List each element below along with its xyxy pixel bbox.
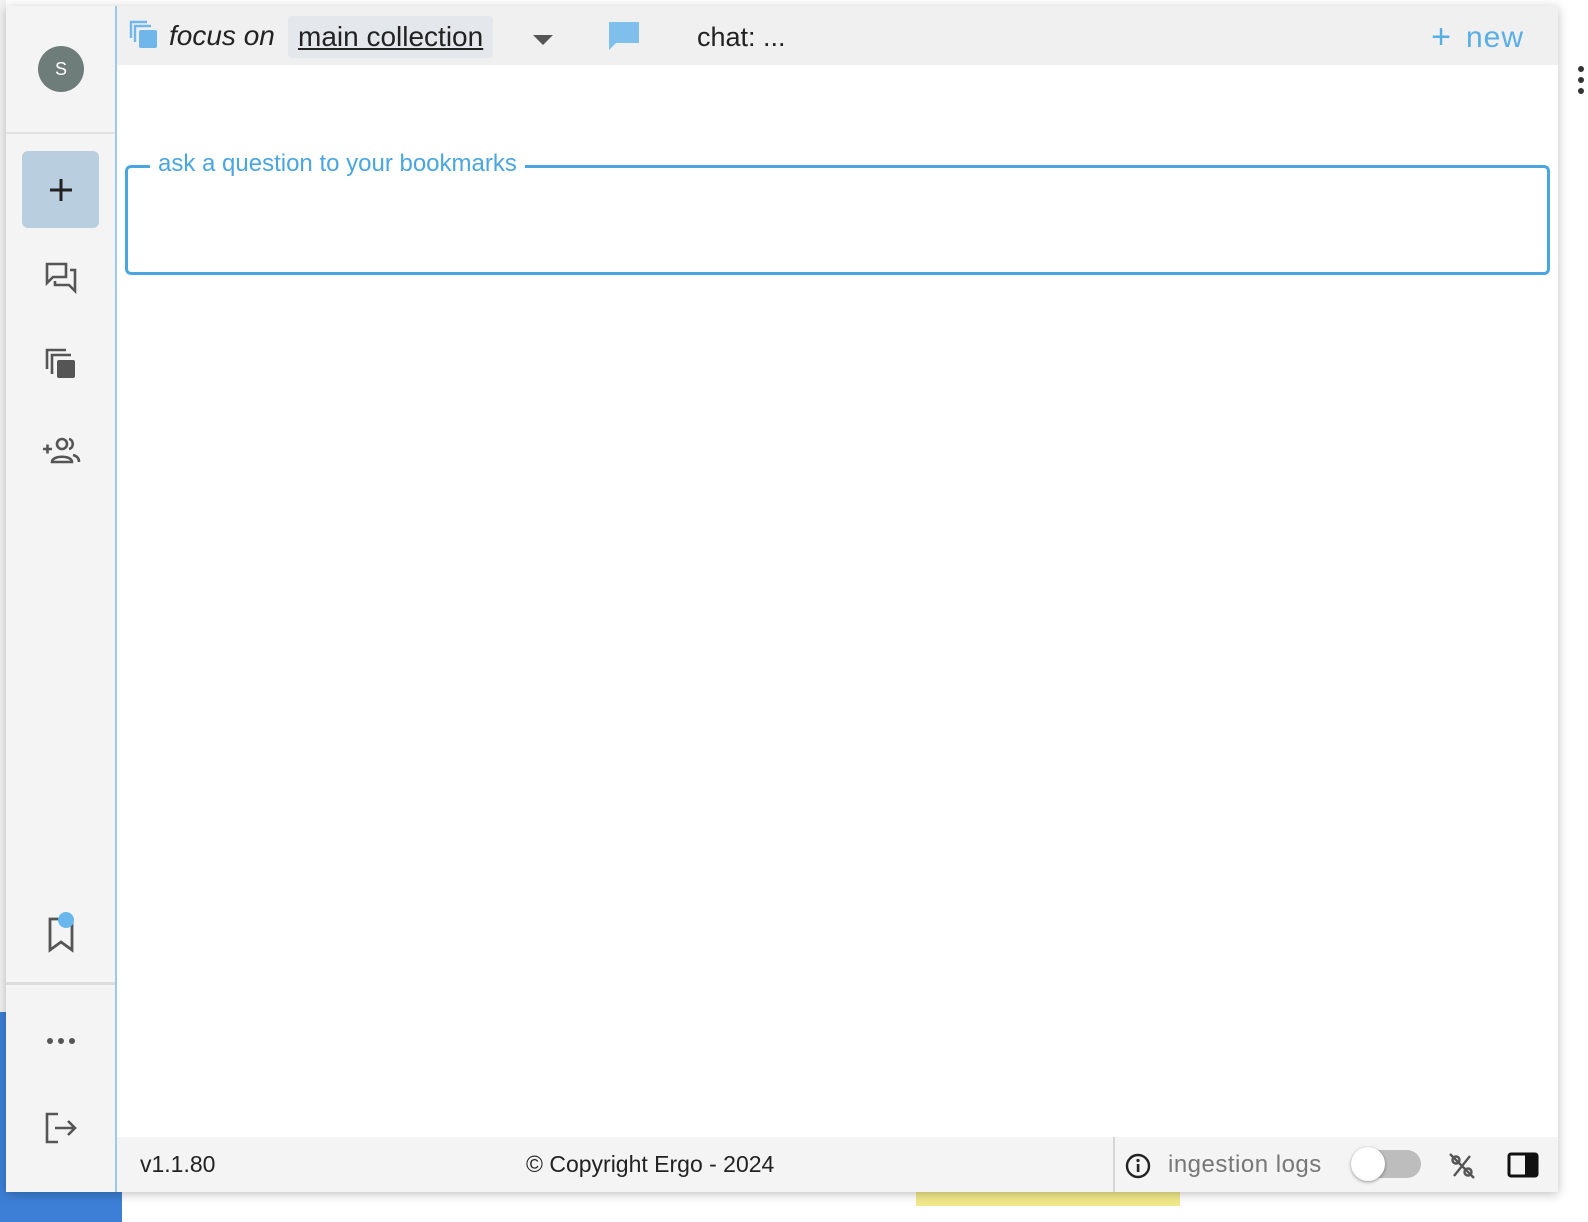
collections-icon xyxy=(129,20,157,48)
footer-divider xyxy=(1113,1137,1115,1192)
chat-title: chat: ... xyxy=(697,22,786,52)
toggle-knob xyxy=(1351,1147,1385,1181)
avatar[interactable]: S xyxy=(38,46,84,92)
sidebar: S xyxy=(6,6,117,1192)
sidebar-divider xyxy=(6,132,115,134)
ingestion-logs-label: ingestion logs xyxy=(1168,1151,1322,1178)
sidebar-item-chats[interactable] xyxy=(22,238,99,315)
main-area: focus on main collection chat: ... + new… xyxy=(117,6,1558,1192)
version-label: v1.1.80 xyxy=(140,1151,216,1177)
sidebar-divider-bottom xyxy=(6,982,115,985)
more-horiz-icon xyxy=(46,1037,75,1044)
sidebar-item-new-chat[interactable] xyxy=(22,151,99,228)
chat-list-icon xyxy=(45,262,76,294)
notification-dot xyxy=(58,912,74,928)
new-chat-button[interactable]: + new xyxy=(1431,18,1524,57)
percent-off-icon[interactable] xyxy=(1447,1151,1477,1181)
question-input[interactable] xyxy=(144,192,1528,250)
sidebar-item-logout[interactable] xyxy=(22,1089,99,1166)
chat-bubble-icon xyxy=(609,22,639,50)
plus-icon xyxy=(49,178,72,201)
question-field[interactable]: ask a question to your bookmarks xyxy=(125,150,1550,275)
sidebar-item-bookmarks[interactable] xyxy=(22,896,99,973)
chevron-down-icon[interactable] xyxy=(533,35,553,45)
background-highlight xyxy=(916,1192,1180,1206)
info-icon[interactable] xyxy=(1125,1153,1151,1179)
top-bar: focus on main collection chat: ... + new xyxy=(117,6,1558,65)
sidebar-item-collections[interactable] xyxy=(22,325,99,402)
collection-select[interactable]: main collection xyxy=(288,16,494,58)
sidebar-item-more[interactable] xyxy=(22,1002,99,1079)
plus-icon: + xyxy=(1431,18,1452,56)
footer: v1.1.80 © Copyright Ergo - 2024 ingestio… xyxy=(117,1137,1558,1192)
new-chat-label: new xyxy=(1465,20,1524,54)
background-more-vert-icon xyxy=(1578,66,1584,100)
copyright-label: © Copyright Ergo - 2024 xyxy=(526,1151,775,1177)
question-label: ask a question to your bookmarks xyxy=(150,150,525,178)
collections-icon xyxy=(45,348,75,378)
ergo-panel: S focus on main collection chat: ... + n… xyxy=(6,6,1558,1192)
add-group-icon xyxy=(42,437,80,463)
sidebar-item-invite[interactable] xyxy=(22,412,99,489)
side-panel-icon[interactable] xyxy=(1507,1152,1539,1178)
ingestion-logs-toggle[interactable] xyxy=(1351,1147,1421,1181)
focus-label: focus on xyxy=(169,20,275,51)
logout-icon xyxy=(45,1112,77,1143)
